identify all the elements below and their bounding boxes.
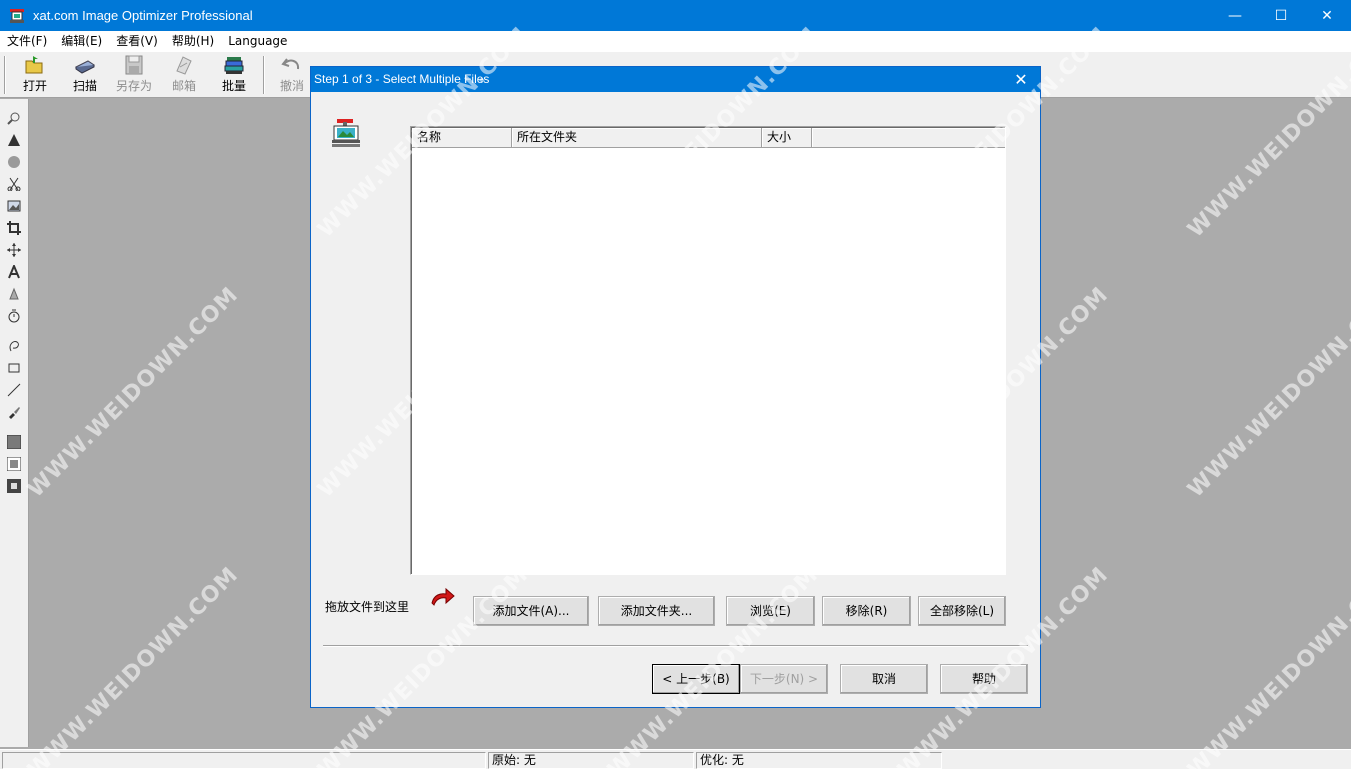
fill-color-icon[interactable] bbox=[6, 434, 22, 450]
remove-button[interactable]: 移除(R) bbox=[822, 596, 911, 626]
back-button[interactable]: < 上一步(B) bbox=[652, 664, 740, 694]
undo-label: 撤消 bbox=[279, 79, 304, 93]
status-optimized: 优化: 无 bbox=[696, 752, 942, 769]
blur-icon[interactable] bbox=[6, 154, 22, 170]
drop-arrow-icon bbox=[430, 585, 456, 607]
zoom-icon[interactable] bbox=[6, 110, 22, 126]
save-icon bbox=[123, 55, 145, 75]
save-as-label: 另存为 bbox=[115, 79, 152, 93]
mail-label: 邮箱 bbox=[171, 79, 196, 93]
add-files-button[interactable]: 添加文件(A)... bbox=[473, 596, 589, 626]
brush-icon[interactable] bbox=[6, 404, 22, 420]
open-button[interactable]: 打开 bbox=[11, 55, 59, 95]
close-icon: ✕ bbox=[1014, 70, 1028, 89]
status-original: 原始: 无 bbox=[488, 752, 694, 769]
batch-icon bbox=[223, 55, 245, 75]
status-bar: 原始: 无 优化: 无 bbox=[0, 749, 1351, 769]
line-icon[interactable] bbox=[6, 382, 22, 398]
swap-color-icon[interactable] bbox=[6, 478, 22, 494]
close-button[interactable]: ✕ bbox=[1304, 0, 1350, 31]
undo-button[interactable]: 撤消 bbox=[268, 55, 316, 95]
dialog-divider bbox=[323, 645, 1028, 647]
dialog-title: Step 1 of 3 - Select Multiple Files bbox=[311, 67, 1040, 92]
menu-help[interactable]: 帮助(H) bbox=[165, 31, 221, 51]
stamp-icon[interactable] bbox=[6, 286, 22, 302]
mail-button[interactable]: 邮箱 bbox=[160, 55, 208, 95]
next-button[interactable]: 下一步(N) > bbox=[740, 664, 828, 694]
maximize-icon: ☐ bbox=[1274, 7, 1288, 24]
move-icon[interactable] bbox=[6, 242, 22, 258]
batch-label: 批量 bbox=[221, 79, 246, 93]
app-icon bbox=[9, 8, 25, 24]
column-name[interactable]: 名称 bbox=[412, 128, 512, 148]
scan-icon bbox=[74, 55, 96, 75]
minimize-button[interactable]: — bbox=[1212, 0, 1258, 31]
file-list-header: 名称 所在文件夹 大小 bbox=[412, 128, 1005, 148]
window-title: xat.com Image Optimizer Professional bbox=[33, 8, 253, 23]
background-color-icon[interactable] bbox=[6, 456, 22, 472]
scan-button[interactable]: 扫描 bbox=[61, 55, 109, 95]
add-folder-button[interactable]: 添加文件夹... bbox=[598, 596, 715, 626]
menu-view[interactable]: 查看(V) bbox=[109, 31, 165, 51]
stopwatch-icon[interactable] bbox=[6, 308, 22, 324]
rectangle-icon[interactable] bbox=[6, 360, 22, 376]
batch-button[interactable]: 批量 bbox=[210, 55, 258, 95]
status-pane-main bbox=[2, 752, 486, 769]
watermark-text: WWW.WEIDOWN.COM bbox=[23, 282, 244, 503]
toolbar-separator bbox=[4, 56, 6, 94]
scan-label: 扫描 bbox=[72, 79, 97, 93]
lasso-icon[interactable] bbox=[6, 338, 22, 354]
column-size[interactable]: 大小 bbox=[762, 128, 812, 148]
cancel-button[interactable]: 取消 bbox=[840, 664, 928, 694]
open-icon bbox=[24, 55, 46, 75]
watermark-text: WWW.WEIDOWN.COM bbox=[1183, 282, 1351, 503]
select-files-dialog: Step 1 of 3 - Select Multiple Files ✕ 名称… bbox=[310, 66, 1041, 708]
open-label: 打开 bbox=[22, 79, 47, 93]
help-button[interactable]: 帮助 bbox=[940, 664, 1028, 694]
minimize-icon: — bbox=[1228, 7, 1242, 24]
undo-icon bbox=[281, 55, 303, 75]
menu-edit[interactable]: 编辑(E) bbox=[54, 31, 109, 51]
column-folder[interactable]: 所在文件夹 bbox=[512, 128, 762, 148]
mail-icon bbox=[173, 55, 195, 75]
watermark-text: WWW.WEIDOWN.COM bbox=[23, 562, 244, 769]
remove-all-button[interactable]: 全部移除(L) bbox=[918, 596, 1006, 626]
window-titlebar: xat.com Image Optimizer Professional — ☐… bbox=[0, 0, 1351, 31]
menu-bar: 文件(F) 编辑(E) 查看(V) 帮助(H) Language bbox=[0, 31, 1351, 51]
close-icon: ✕ bbox=[1321, 7, 1333, 24]
save-as-button[interactable]: 另存为 bbox=[110, 55, 158, 95]
browse-button[interactable]: 浏览(E) bbox=[726, 596, 815, 626]
watermark-text: WWW.WEIDOWN.COM bbox=[1183, 562, 1351, 769]
image-icon[interactable] bbox=[6, 198, 22, 214]
text-icon[interactable] bbox=[6, 264, 22, 280]
batch-wizard-icon bbox=[330, 119, 362, 149]
sharpen-icon[interactable] bbox=[6, 132, 22, 148]
menu-language[interactable]: Language bbox=[221, 31, 294, 51]
cut-icon[interactable] bbox=[6, 176, 22, 192]
crop-icon[interactable] bbox=[6, 220, 22, 236]
dialog-close-button[interactable]: ✕ bbox=[1006, 67, 1036, 92]
column-filler bbox=[812, 128, 1005, 148]
drop-files-label: 拖放文件到这里 bbox=[325, 600, 410, 614]
menu-file[interactable]: 文件(F) bbox=[0, 31, 54, 51]
file-list[interactable]: 名称 所在文件夹 大小 bbox=[410, 126, 1006, 575]
toolbar-separator bbox=[263, 56, 265, 94]
maximize-button[interactable]: ☐ bbox=[1258, 0, 1304, 31]
tool-strip bbox=[0, 99, 29, 747]
